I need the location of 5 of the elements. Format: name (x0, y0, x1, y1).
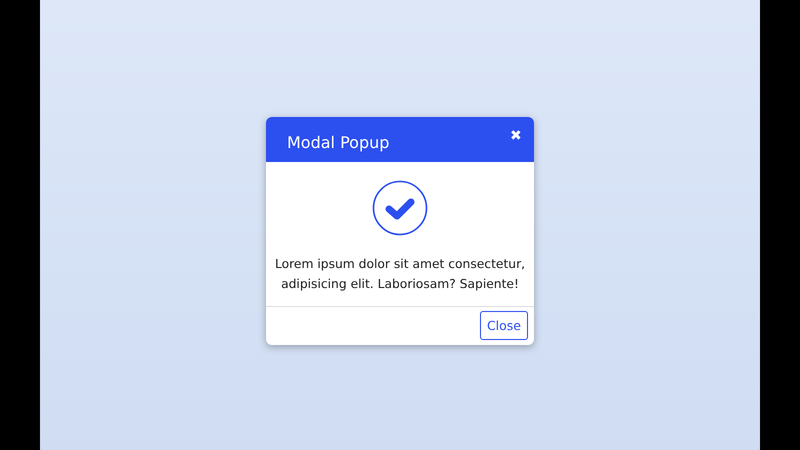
check-circle-icon (372, 180, 428, 236)
close-button[interactable]: ✖ (510, 126, 522, 142)
modal-title: Modal Popup (287, 133, 390, 152)
modal-message: Lorem ipsum dolor sit amet consectetur, adipisicing elit. Laboriosam? Sapiente! (274, 256, 526, 293)
close-button[interactable]: Close (480, 311, 528, 340)
